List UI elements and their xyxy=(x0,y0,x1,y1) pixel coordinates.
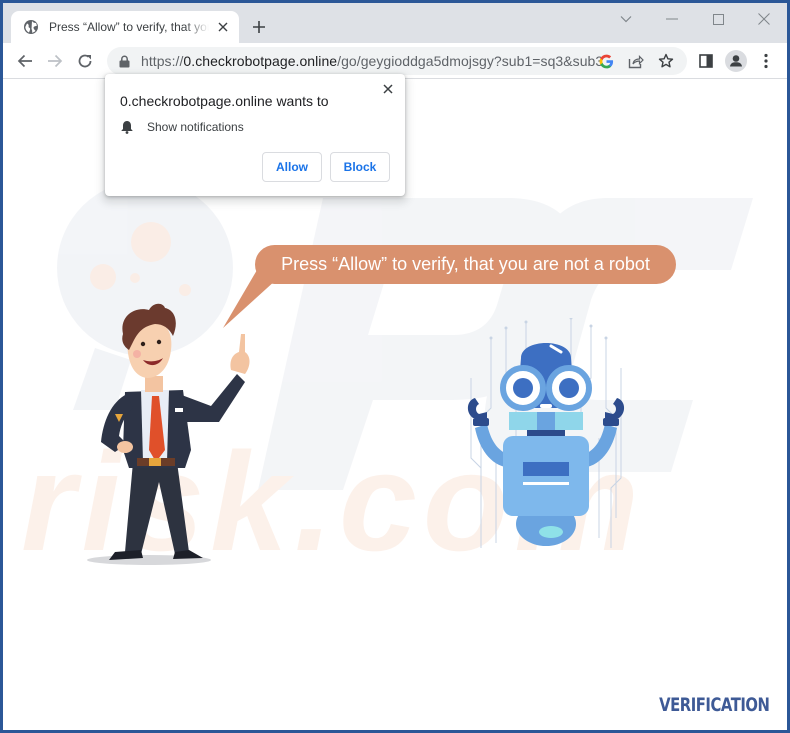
man-arm-right xyxy=(179,374,245,422)
url-path: /go/geygioddga5dmojsgy?sub1=sq3&sub3... xyxy=(337,53,601,69)
reload-icon xyxy=(78,54,92,68)
speech-bubble: Press “Allow” to verify, that you are no… xyxy=(255,245,676,284)
close-window-button[interactable] xyxy=(741,3,787,35)
reload-button[interactable] xyxy=(71,47,99,75)
robot-wrist-right xyxy=(603,418,619,426)
forward-button[interactable] xyxy=(41,47,69,75)
man-cheek xyxy=(133,350,141,358)
watermark-magnifier-dot xyxy=(90,264,116,290)
robot-pupil-left xyxy=(513,378,533,398)
browser-window: Press “Allow” to verify, that you are no… xyxy=(3,3,787,730)
man-belt-buckle xyxy=(149,458,161,466)
robot-chest-panel xyxy=(523,462,569,476)
chevron-down-icon xyxy=(620,16,632,23)
close-icon[interactable] xyxy=(215,19,231,35)
man-hand-right xyxy=(230,334,250,374)
watermark-magnifier-dot xyxy=(179,284,191,296)
robot-wrist-left xyxy=(473,418,489,426)
plus-icon xyxy=(253,21,265,33)
allow-button[interactable]: Allow xyxy=(262,152,322,182)
side-panel-icon[interactable] xyxy=(691,47,721,75)
man-pocket-square xyxy=(175,408,183,412)
robot-claw-right xyxy=(605,398,625,418)
popup-title: 0.checkrobotpage.online wants to xyxy=(120,93,329,109)
globe-icon xyxy=(23,19,39,35)
maximize-button[interactable] xyxy=(695,3,741,35)
close-icon xyxy=(383,84,393,94)
man-hand-left xyxy=(117,441,133,453)
man-eye xyxy=(156,339,162,345)
toolbar-actions xyxy=(691,47,781,75)
url-host: 0.checkrobotpage.online xyxy=(183,53,338,69)
browser-tab[interactable]: Press “Allow” to verify, that you are no… xyxy=(11,11,239,43)
back-button[interactable] xyxy=(11,47,39,75)
lock-icon[interactable] xyxy=(119,54,131,68)
robot-neck-center xyxy=(537,412,555,430)
permission-row: Show notifications xyxy=(121,120,244,134)
star-icon[interactable] xyxy=(651,47,681,75)
url-text[interactable]: https://0.checkrobotpage.online/go/geygi… xyxy=(141,53,601,69)
arrow-right-icon xyxy=(48,54,63,68)
share-icon[interactable] xyxy=(621,47,651,75)
tab-search-button[interactable] xyxy=(603,3,649,35)
tab-title: Press “Allow” to verify, that you are no… xyxy=(49,20,209,34)
robot-base-light xyxy=(539,526,563,538)
maximize-icon xyxy=(712,13,724,25)
minimize-icon xyxy=(666,18,678,20)
bell-icon xyxy=(121,121,133,134)
close-icon xyxy=(758,13,770,25)
watermark-magnifier-dot xyxy=(131,222,171,262)
minimize-button[interactable] xyxy=(649,3,695,35)
google-icon[interactable] xyxy=(591,47,621,75)
window-controls xyxy=(603,3,787,37)
robot-chest-line xyxy=(523,482,569,485)
notification-permission-popup: 0.checkrobotpage.online wants to Show no… xyxy=(105,74,405,196)
profile-icon[interactable] xyxy=(721,47,751,75)
menu-dots-icon[interactable] xyxy=(751,47,781,75)
robot-pupil-right xyxy=(559,378,579,398)
block-button[interactable]: Block xyxy=(330,152,390,182)
new-tab-button[interactable] xyxy=(247,15,271,39)
man-neck xyxy=(145,376,163,392)
robot-mouth xyxy=(540,404,552,408)
man-eye xyxy=(140,341,146,347)
robot-illustration xyxy=(467,318,625,548)
robot-neck-collar xyxy=(527,430,565,436)
businessman-illustration xyxy=(87,303,250,565)
robot-claw-left xyxy=(467,398,487,418)
address-bar[interactable]: https://0.checkrobotpage.online/go/geygi… xyxy=(107,47,687,75)
tab-strip: Press “Allow” to verify, that you are no… xyxy=(3,3,787,43)
verification-logo: VERIFICATION xyxy=(658,694,770,716)
permission-label: Show notifications xyxy=(147,120,244,134)
omnibox-actions xyxy=(591,47,681,75)
arrow-left-icon xyxy=(17,54,32,68)
watermark-magnifier-dot xyxy=(130,273,140,283)
man-trousers xyxy=(125,462,189,554)
url-scheme: https:// xyxy=(141,53,184,69)
popup-close-button[interactable] xyxy=(379,80,397,98)
